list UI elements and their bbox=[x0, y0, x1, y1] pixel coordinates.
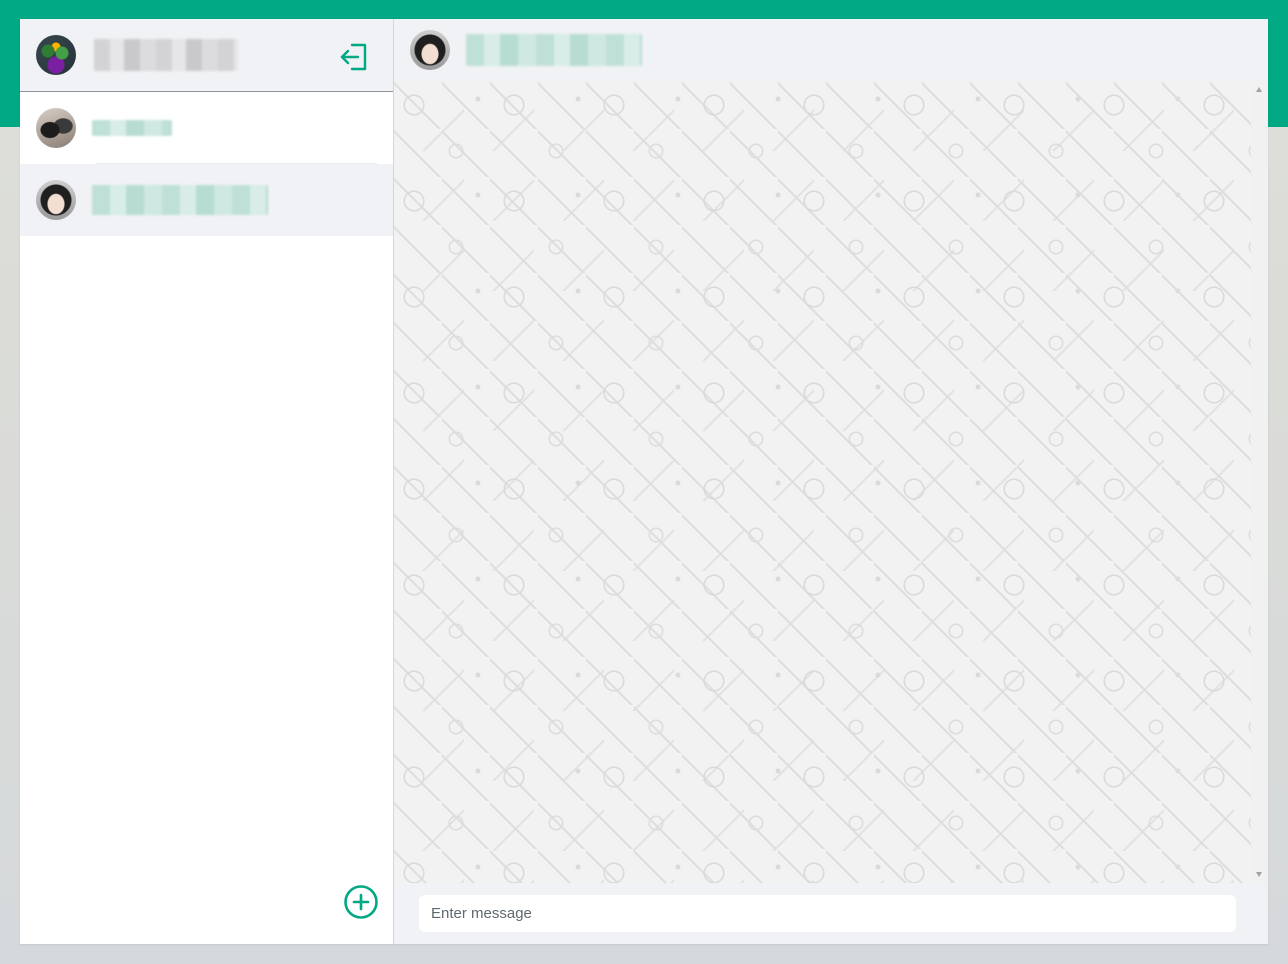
scroll-up-arrow-icon[interactable] bbox=[1256, 87, 1262, 92]
cat-avatar bbox=[36, 108, 76, 148]
plus-circle-icon bbox=[344, 885, 378, 919]
conversation-header bbox=[394, 19, 1268, 81]
user-name-redacted bbox=[94, 39, 238, 71]
logout-icon bbox=[340, 43, 367, 71]
girl-avatar bbox=[36, 180, 76, 220]
chat-list-item[interactable] bbox=[20, 92, 393, 164]
message-input[interactable] bbox=[419, 895, 1236, 932]
logout-button[interactable] bbox=[337, 40, 371, 74]
message-scrollbar[interactable] bbox=[1251, 81, 1268, 883]
sidebar-header bbox=[20, 19, 393, 92]
sidebar bbox=[20, 19, 394, 944]
chat-app bbox=[20, 19, 1268, 944]
scroll-down-arrow-icon[interactable] bbox=[1256, 872, 1262, 877]
chat-list bbox=[20, 92, 393, 236]
contact-name-redacted bbox=[92, 185, 268, 215]
conversation-panel bbox=[394, 19, 1268, 944]
user-avatar[interactable] bbox=[36, 35, 76, 75]
message-area[interactable] bbox=[394, 81, 1251, 883]
contact-name-redacted bbox=[92, 120, 172, 136]
contact-avatar[interactable] bbox=[410, 30, 450, 70]
message-composer bbox=[394, 883, 1268, 944]
new-chat-button[interactable] bbox=[343, 884, 379, 920]
contact-name-redacted bbox=[466, 34, 642, 66]
chat-list-item-active[interactable] bbox=[20, 164, 393, 236]
